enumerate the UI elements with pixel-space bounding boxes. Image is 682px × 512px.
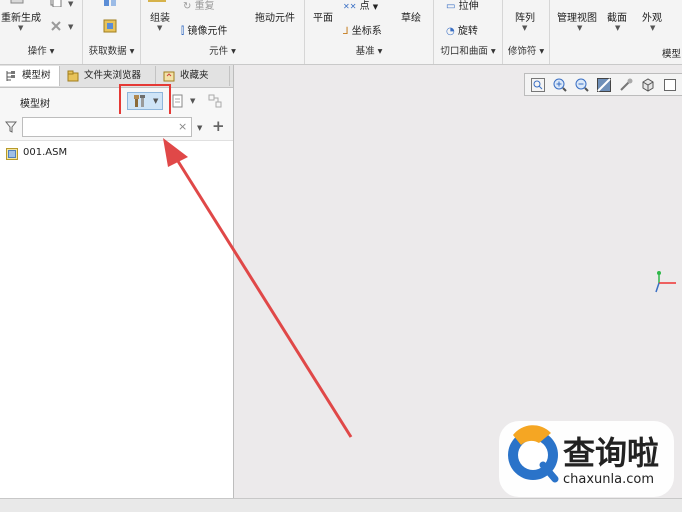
watermark-logo: 查询啦 chaxunla.com (499, 421, 674, 497)
watermark-title: 查询啦 (563, 434, 660, 472)
watermark-domain: chaxunla.com (563, 472, 654, 487)
status-bar (0, 498, 682, 512)
